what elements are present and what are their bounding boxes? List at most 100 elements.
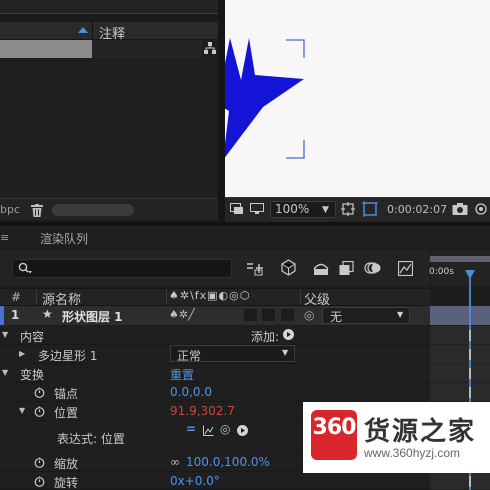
blend-mode-value: 正常 (177, 349, 202, 363)
project-scrollbar[interactable] (52, 204, 134, 216)
anchor-label: 锚点 (54, 387, 79, 401)
twirl-expanded-icon[interactable]: ▼ (19, 406, 25, 415)
project-item-row-notes[interactable] (92, 40, 202, 58)
shape-layer-icon: ★ (42, 307, 53, 321)
layer-number: 1 (11, 308, 20, 322)
sort-ascending-icon[interactable] (78, 27, 88, 33)
column-layer-number: # (11, 290, 22, 304)
layer-name[interactable]: 形状图层 1 (62, 308, 123, 325)
chevron-down-icon: ▼ (397, 310, 404, 319)
track-row (430, 472, 490, 490)
frame-blending-icon[interactable] (339, 261, 354, 276)
scale-value[interactable]: 100.0,100.0% (186, 455, 270, 469)
layer-switch-box[interactable] (244, 309, 257, 321)
property-row-contents (0, 326, 430, 345)
pick-whip-icon[interactable]: ◎ (304, 308, 314, 322)
tab-render-queue[interactable]: 渲染队列 (40, 230, 88, 247)
column-divider (166, 289, 167, 305)
draft-3d-icon[interactable] (280, 259, 297, 276)
rotation-value[interactable]: 0x+0.0° (170, 474, 220, 488)
project-item-row[interactable] (0, 40, 92, 58)
layer-label-color[interactable] (0, 306, 4, 325)
anchor-value[interactable]: 0.0,0.0 (170, 385, 212, 399)
constrain-proportions-icon[interactable]: ∞ (170, 455, 180, 469)
fit-icon[interactable] (341, 202, 355, 216)
bounding-box-corner (286, 39, 305, 58)
pick-whip-icon[interactable]: ◎ (220, 422, 230, 436)
position-label: 位置 (54, 406, 79, 420)
transform-label: 变换 (20, 368, 45, 382)
polystar-label[interactable]: 多边星形 1 (38, 347, 97, 364)
graph-icon[interactable] (203, 425, 214, 436)
bounding-box-corner (286, 140, 305, 159)
flowchart-icon[interactable] (203, 41, 217, 55)
track-row (430, 364, 490, 383)
project-panel-top (0, 0, 218, 14)
composition-view[interactable] (225, 0, 490, 197)
search-icon (18, 262, 32, 274)
expression-enable-icon[interactable]: = (186, 422, 196, 436)
watermark-logo-text: 360 (312, 415, 357, 440)
project-panel-body (0, 58, 218, 198)
panel-menu-icon[interactable]: ≡ (0, 231, 9, 244)
star-shape (225, 38, 304, 158)
project-panel-strip (0, 14, 218, 22)
stopwatch-icon[interactable] (34, 387, 45, 398)
expression-language-menu-icon[interactable] (237, 425, 248, 436)
viewer-toolbar (225, 197, 490, 222)
composition-flowchart-icon[interactable] (246, 261, 264, 276)
parent-value: 无 (330, 310, 343, 324)
layer-search-input[interactable] (12, 259, 232, 278)
position-value[interactable]: 91.9,302.7 (170, 404, 235, 418)
trash-icon[interactable] (31, 204, 43, 217)
twirl-expanded-icon[interactable]: ▼ (2, 368, 8, 377)
reset-link[interactable]: 重置 (170, 366, 194, 383)
bit-depth-button[interactable]: bpc (0, 203, 20, 216)
show-snapshot-icon[interactable] (474, 202, 488, 216)
scale-label: 缩放 (54, 457, 79, 471)
twirl-collapsed-icon[interactable]: ▶ (19, 349, 25, 358)
panel-divider[interactable] (218, 0, 225, 222)
layer-switch-box[interactable] (281, 309, 294, 321)
add-property-label[interactable]: 添加: (251, 328, 279, 345)
property-contents-label: 内容 (20, 330, 45, 344)
region-of-interest-icon[interactable] (362, 201, 378, 217)
keyframe-marker[interactable] (469, 476, 471, 487)
work-area-bar[interactable] (430, 256, 490, 262)
stopwatch-icon[interactable] (34, 406, 45, 417)
layer-switch-box[interactable] (262, 309, 275, 321)
chevron-down-icon: ▼ (322, 205, 329, 215)
watermark-site-name: 货源之家 (364, 417, 477, 447)
watermark-url: www.360hyzj.com (364, 446, 461, 460)
layer-duration-bar[interactable] (430, 306, 490, 325)
track-row (430, 345, 490, 364)
keyframe-marker[interactable] (469, 330, 471, 341)
shy-layers-icon[interactable] (313, 261, 329, 276)
column-divider (36, 289, 37, 305)
twirl-expanded-icon[interactable]: ▼ (2, 330, 8, 339)
track-row (430, 326, 490, 345)
keyframe-marker[interactable] (469, 387, 471, 398)
expression-label: 表达式: 位置 (57, 432, 125, 446)
chevron-down-icon: ▼ (282, 348, 289, 357)
column-divider[interactable] (92, 22, 93, 40)
column-divider (300, 289, 301, 305)
column-switches-icons: ♠✲\fx▣◐◎⬡ (169, 289, 251, 302)
stopwatch-icon[interactable] (34, 457, 45, 468)
layer-switches-icons[interactable]: ♠✲╱ (169, 308, 195, 321)
add-menu-icon[interactable] (283, 329, 294, 340)
monitor-icon[interactable] (250, 203, 264, 215)
graph-editor-icon[interactable] (398, 261, 413, 276)
property-row-transform (0, 364, 430, 383)
keyframe-marker[interactable] (469, 349, 471, 360)
track-row (430, 383, 490, 402)
current-time-display[interactable]: 0:00:02:07 (387, 203, 447, 216)
zoom-value: 100% (275, 202, 310, 216)
camera-icon[interactable] (452, 202, 468, 216)
motion-blur-icon[interactable] (364, 260, 381, 276)
keyframe-marker[interactable] (469, 368, 471, 379)
snapshot-toggle-icon[interactable] (230, 203, 244, 215)
rotation-label: 旋转 (54, 476, 79, 490)
ruler-start-label: 0:00s (429, 267, 454, 277)
stopwatch-icon[interactable] (34, 476, 45, 487)
